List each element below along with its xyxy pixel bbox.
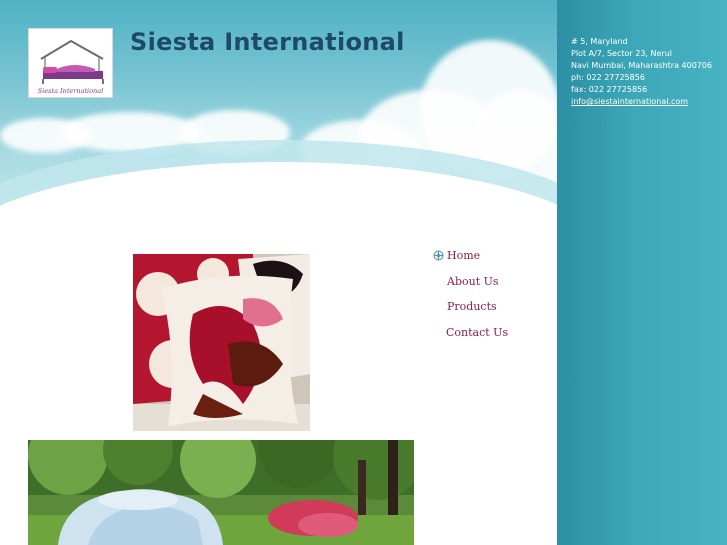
address-line-1: # 5, Maryland	[571, 37, 628, 46]
site-title: Siesta International	[130, 28, 405, 56]
nav-contact-us[interactable]: Contact Us	[433, 325, 553, 351]
decorative-cushions-photo	[133, 254, 310, 431]
nav-products[interactable]: Products	[433, 299, 553, 325]
nav-about-us-label: About Us	[447, 274, 499, 288]
address-line-2: Plot A/7, Sector 23, Nerul	[571, 49, 672, 58]
nav-home-label: Home	[447, 249, 481, 262]
email-link[interactable]: info@siestainternational.com	[571, 96, 712, 108]
nav-home[interactable]: Home	[433, 248, 553, 274]
contact-info: # 5, Maryland Plot A/7, Sector 23, Nerul…	[571, 36, 712, 108]
site-logo[interactable]: Siesta International	[28, 28, 113, 98]
nav-products-label: Products	[447, 300, 497, 313]
home-bullet-icon	[433, 250, 444, 261]
fax-number: fax: 022 27725856	[571, 85, 648, 94]
nav-contact-us-label: Contact Us	[446, 325, 509, 339]
main-nav: Home About Us Products Contact Us	[433, 248, 553, 350]
contact-sidebar: # 5, Maryland Plot A/7, Sector 23, Nerul…	[557, 0, 727, 545]
address-line-3: Navi Mumbai, Maharashtra 400706	[571, 61, 713, 70]
nav-about-us[interactable]: About Us	[433, 274, 553, 300]
logo-text: Siesta International	[37, 87, 104, 95]
phone-number: ph: 022 27725856	[571, 73, 645, 82]
house-bed-logo-icon	[40, 39, 104, 84]
garden-bed-photo	[28, 440, 414, 545]
